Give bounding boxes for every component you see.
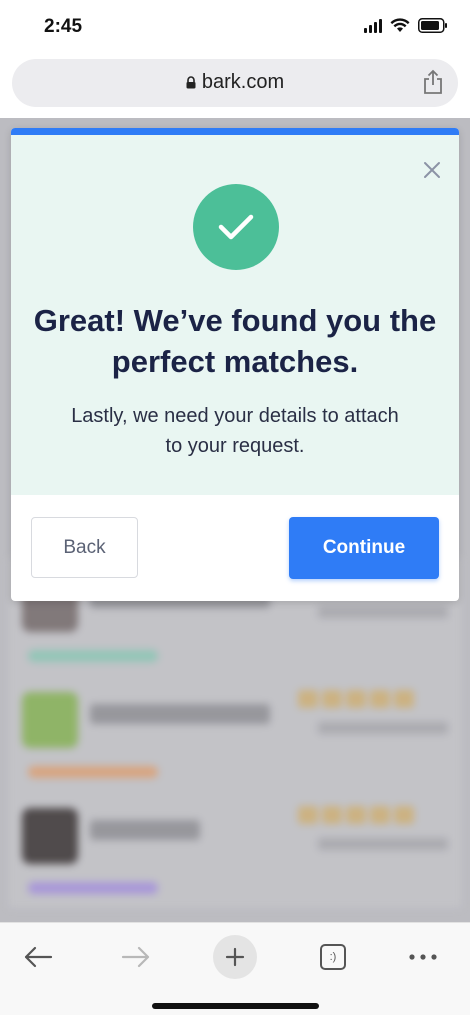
modal-hero: Great! We’ve found you the perfect match… (11, 135, 459, 495)
lock-icon (186, 76, 196, 89)
cellular-signal-icon (364, 18, 382, 33)
more-icon[interactable] (403, 937, 443, 977)
address-bar[interactable]: bark.com (12, 59, 458, 107)
status-bar: 2:45 (0, 0, 470, 56)
status-icons (364, 18, 448, 33)
forward-arrow-icon[interactable] (116, 937, 156, 977)
battery-icon (418, 18, 447, 33)
modal-title: Great! We’ve found you the perfect match… (33, 303, 437, 379)
new-tab-plus-icon[interactable] (213, 935, 257, 979)
close-icon[interactable] (421, 159, 443, 181)
tabs-count: :) (320, 944, 346, 970)
modal-subtitle: Lastly, we need your details to attach t… (71, 405, 399, 457)
modal-accent-bar (11, 128, 459, 135)
browser-toolbar: :) (0, 922, 470, 1015)
url-text: bark.com (201, 71, 285, 93)
tabs-icon[interactable]: :) (313, 937, 353, 977)
home-indicator[interactable] (152, 1003, 319, 1009)
wifi-icon (390, 18, 410, 32)
back-arrow-icon[interactable] (18, 937, 58, 977)
back-button[interactable]: Back (31, 517, 138, 578)
continue-button[interactable]: Continue (289, 517, 439, 579)
url-display[interactable]: bark.com (12, 71, 458, 94)
match-found-modal: Great! We’ve found you the perfect match… (11, 128, 459, 601)
share-icon[interactable] (422, 69, 444, 95)
success-check-icon (193, 184, 279, 270)
status-time: 2:45 (44, 16, 83, 37)
